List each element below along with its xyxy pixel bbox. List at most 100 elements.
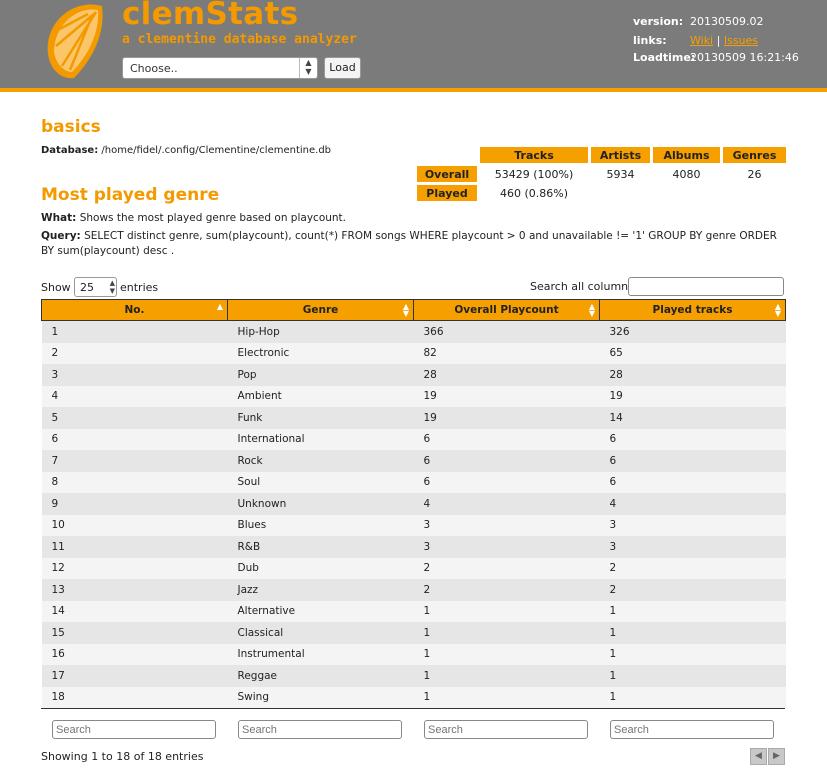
what-text: Shows the most played genre based on pla… (79, 212, 347, 224)
table-cell: 1 (41, 320, 228, 343)
search-played-tracks-input[interactable] (610, 720, 774, 739)
app-subtitle: a clementine database analyzer (122, 32, 357, 47)
table-cell: 82 (413, 342, 600, 364)
table-row: 5 Funk 19 14 (41, 407, 786, 429)
stats-header: Albums (653, 147, 720, 163)
table-cell: 2 (599, 579, 786, 601)
table-row: 2 Electronic 82 65 (41, 342, 786, 364)
next-page-button[interactable]: ▶ (768, 748, 785, 765)
table-row: 6 International 6 6 (41, 428, 786, 450)
table-cell: 28 (413, 364, 600, 386)
select-arrows-icon: ▲ ▼ (109, 279, 115, 295)
most-played-genre-title: Most played genre (41, 185, 220, 205)
table-row: 16 Instrumental 1 1 (41, 643, 786, 665)
table-cell: Funk (227, 407, 414, 429)
table-row: 4 Ambient 19 19 (41, 385, 786, 407)
column-header-genre[interactable]: Genre ▲ ▼ (227, 299, 414, 321)
database-path: /home/fidel/.config/Clementine/clementin… (101, 145, 332, 156)
basics-stats-table: Tracks Artists Albums Genres Overall 534… (414, 144, 789, 204)
column-header-no[interactable]: No. ▲ (41, 299, 228, 321)
table-cell: 6 (599, 428, 786, 450)
table-cell: Swing (227, 686, 414, 708)
loadtime-value: 20130509 16:21:46 (690, 51, 799, 64)
table-cell: 1 (599, 622, 786, 644)
table-cell: Ambient (227, 385, 414, 407)
sort-asc-icon: ▲ (216, 302, 223, 311)
table-cell: 6 (599, 471, 786, 493)
stats-cell (723, 185, 786, 201)
table-row: 3 Pop 28 28 (41, 364, 786, 386)
table-cell: 6 (413, 428, 600, 450)
table-row: 11 R&B 3 3 (41, 536, 786, 558)
show-label: Show (41, 281, 71, 294)
column-header-played-tracks[interactable]: Played tracks ▲ ▼ (599, 299, 786, 321)
table-cell: 14 (41, 600, 228, 622)
query-label: Query: (41, 230, 81, 242)
genre-table: No. ▲ Genre ▲ ▼ Overall Playcount ▲ ▼ Played … (41, 299, 786, 708)
table-cell: 2 (413, 557, 600, 579)
header-stripe (0, 88, 827, 92)
table-bottom-rule (41, 708, 785, 709)
stats-header: Genres (723, 147, 786, 163)
table-cell: 28 (599, 364, 786, 386)
select-arrows-icon: ▲ ▼ (299, 58, 317, 78)
table-cell: 3 (413, 514, 600, 536)
table-cell: 18 (41, 686, 228, 708)
table-cell: Electronic (227, 342, 414, 364)
previous-page-button[interactable]: ◀ (750, 748, 767, 765)
loadtime-label: Loadtime: (633, 51, 696, 64)
table-cell: 1 (599, 600, 786, 622)
search-all-input[interactable] (628, 277, 784, 296)
table-cell: 65 (599, 342, 786, 364)
search-overall-playcount-input[interactable] (424, 720, 588, 739)
database-select[interactable]: Choose.. ▲ ▼ (122, 57, 318, 79)
search-all-label: Search all columns: (530, 280, 638, 293)
load-button[interactable]: Load (324, 57, 361, 79)
search-no-input[interactable] (52, 720, 216, 739)
table-cell: 1 (599, 665, 786, 687)
version-label: version: (633, 15, 684, 28)
stats-cell (653, 185, 720, 201)
table-row: 12 Dub 2 2 (41, 557, 786, 579)
previous-arrow-icon: ◀ (755, 751, 762, 761)
table-cell: Classical (227, 622, 414, 644)
links-group: Wiki | Issues (690, 34, 758, 47)
query-text: SELECT distinct genre, sum(playcount), c… (41, 230, 777, 257)
stats-cell: 53429 (100%) (494, 167, 574, 181)
table-cell: 6 (41, 428, 228, 450)
table-row: 17 Reggae 1 1 (41, 665, 786, 687)
database-line: Database: /home/fidel/.config/Clementine… (41, 145, 331, 156)
what-label: What: (41, 212, 77, 224)
table-cell: 3 (413, 536, 600, 558)
table-cell: 6 (413, 450, 600, 472)
table-row: 18 Swing 1 1 (41, 686, 786, 708)
table-row: 7 Rock 6 6 (41, 450, 786, 472)
table-cell: 366 (413, 320, 600, 343)
wiki-link[interactable]: Wiki (690, 34, 713, 47)
clementine-logo-icon (44, 2, 124, 85)
stats-cell (591, 185, 650, 201)
stats-cell: 460 (0.86%) (499, 186, 569, 200)
table-cell: 2 (41, 342, 228, 364)
version-value: 20130509.02 (690, 15, 764, 28)
search-genre-input[interactable] (238, 720, 402, 739)
table-cell: 13 (41, 579, 228, 601)
entries-per-page-select[interactable]: 25 ▲ ▼ (74, 277, 117, 297)
table-cell: 1 (413, 665, 600, 687)
column-header-overall-playcount[interactable]: Overall Playcount ▲ ▼ (413, 299, 600, 321)
table-row: 14 Alternative 1 1 (41, 600, 786, 622)
table-cell: 11 (41, 536, 228, 558)
stats-row-label: Played (417, 185, 477, 201)
table-cell: 16 (41, 643, 228, 665)
what-line: What: Shows the most played genre based … (41, 212, 346, 224)
table-cell: 19 (599, 385, 786, 407)
stats-corner (417, 147, 477, 163)
table-cell: 9 (41, 493, 228, 515)
issues-link[interactable]: Issues (724, 34, 758, 47)
table-cell: Reggae (227, 665, 414, 687)
stats-cell: 26 (747, 167, 762, 181)
table-cell: 1 (599, 686, 786, 708)
stats-row-label: Overall (417, 166, 477, 182)
table-row: 8 Soul 6 6 (41, 471, 786, 493)
table-cell: 1 (413, 622, 600, 644)
